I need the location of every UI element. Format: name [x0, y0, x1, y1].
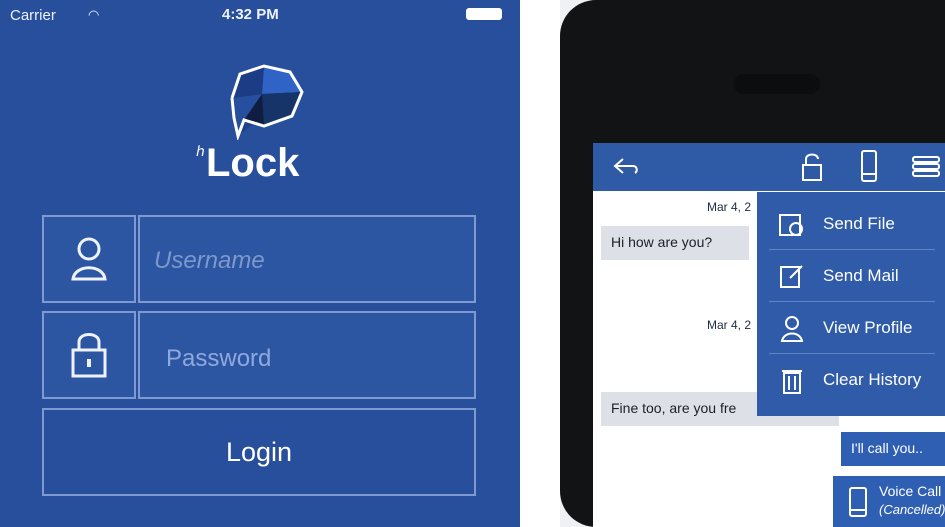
status-bar: Carrier ◠ 4:32 PM — [0, 0, 520, 30]
app-logo-icon — [216, 60, 312, 142]
brand-prefix: ℎ — [196, 143, 205, 159]
options-dropdown: Send File Send Mail View Profile Clear H… — [757, 192, 945, 416]
menu-item-label: Send File — [823, 213, 895, 233]
voice-call-title: Voice Call — [879, 483, 942, 499]
password-icon-box — [42, 311, 136, 399]
battery-icon — [466, 8, 502, 20]
unlock-icon[interactable] — [800, 151, 824, 183]
phone-mockup: Mar 4, 2 Hi how are you? Mar 4, 2 Fine t… — [560, 0, 945, 527]
password-input[interactable]: Password — [138, 311, 476, 399]
brand-text: Lock — [206, 141, 300, 185]
menu-item-send-mail[interactable]: Send Mail — [757, 250, 945, 301]
phone-icon — [849, 487, 867, 517]
lock-icon — [44, 313, 134, 397]
menu-icon[interactable] — [911, 155, 941, 177]
user-icon — [44, 217, 134, 301]
chat-date: Mar 4, 2 — [707, 318, 752, 332]
phone-icon[interactable] — [859, 149, 879, 183]
voice-call-status: (Cancelled) — [879, 502, 945, 517]
menu-item-label: Clear History — [823, 369, 922, 389]
username-icon-box — [42, 215, 136, 303]
voice-call-message: Voice Call (Cancelled) — [833, 476, 945, 527]
menu-item-view-profile[interactable]: View Profile — [757, 302, 945, 353]
view-profile-icon — [771, 311, 813, 345]
chat-date: Mar 4, 2 — [707, 200, 752, 214]
status-time: 4:32 PM — [222, 6, 279, 23]
chat-nav-bar — [593, 143, 945, 191]
brand-name: ℎ Lock — [196, 141, 300, 186]
chat-screen: Mar 4, 2 Hi how are you? Mar 4, 2 Fine t… — [593, 143, 945, 527]
login-button[interactable]: Login — [42, 408, 476, 496]
chat-message: Hi how are you? — [601, 226, 749, 260]
password-placeholder: Password — [166, 345, 272, 372]
send-mail-icon — [771, 259, 813, 293]
login-screen: Carrier ◠ 4:32 PM ℎ Lock Username Passwo… — [0, 0, 520, 527]
carrier-label: Carrier — [10, 7, 56, 24]
clear-history-icon — [771, 363, 813, 397]
menu-item-send-file[interactable]: Send File — [757, 198, 945, 249]
menu-item-label: Send Mail — [823, 265, 899, 285]
username-input[interactable]: Username — [138, 215, 476, 303]
username-placeholder: Username — [154, 247, 265, 274]
menu-item-clear-history[interactable]: Clear History — [757, 354, 945, 405]
chat-message-sent: I'll call you.. — [841, 432, 945, 466]
phone-speaker — [734, 74, 820, 94]
menu-item-label: View Profile — [823, 317, 913, 337]
send-file-icon — [771, 207, 813, 241]
wifi-icon: ◠ — [88, 7, 100, 22]
back-icon[interactable] — [611, 155, 641, 177]
login-label: Login — [225, 436, 293, 467]
